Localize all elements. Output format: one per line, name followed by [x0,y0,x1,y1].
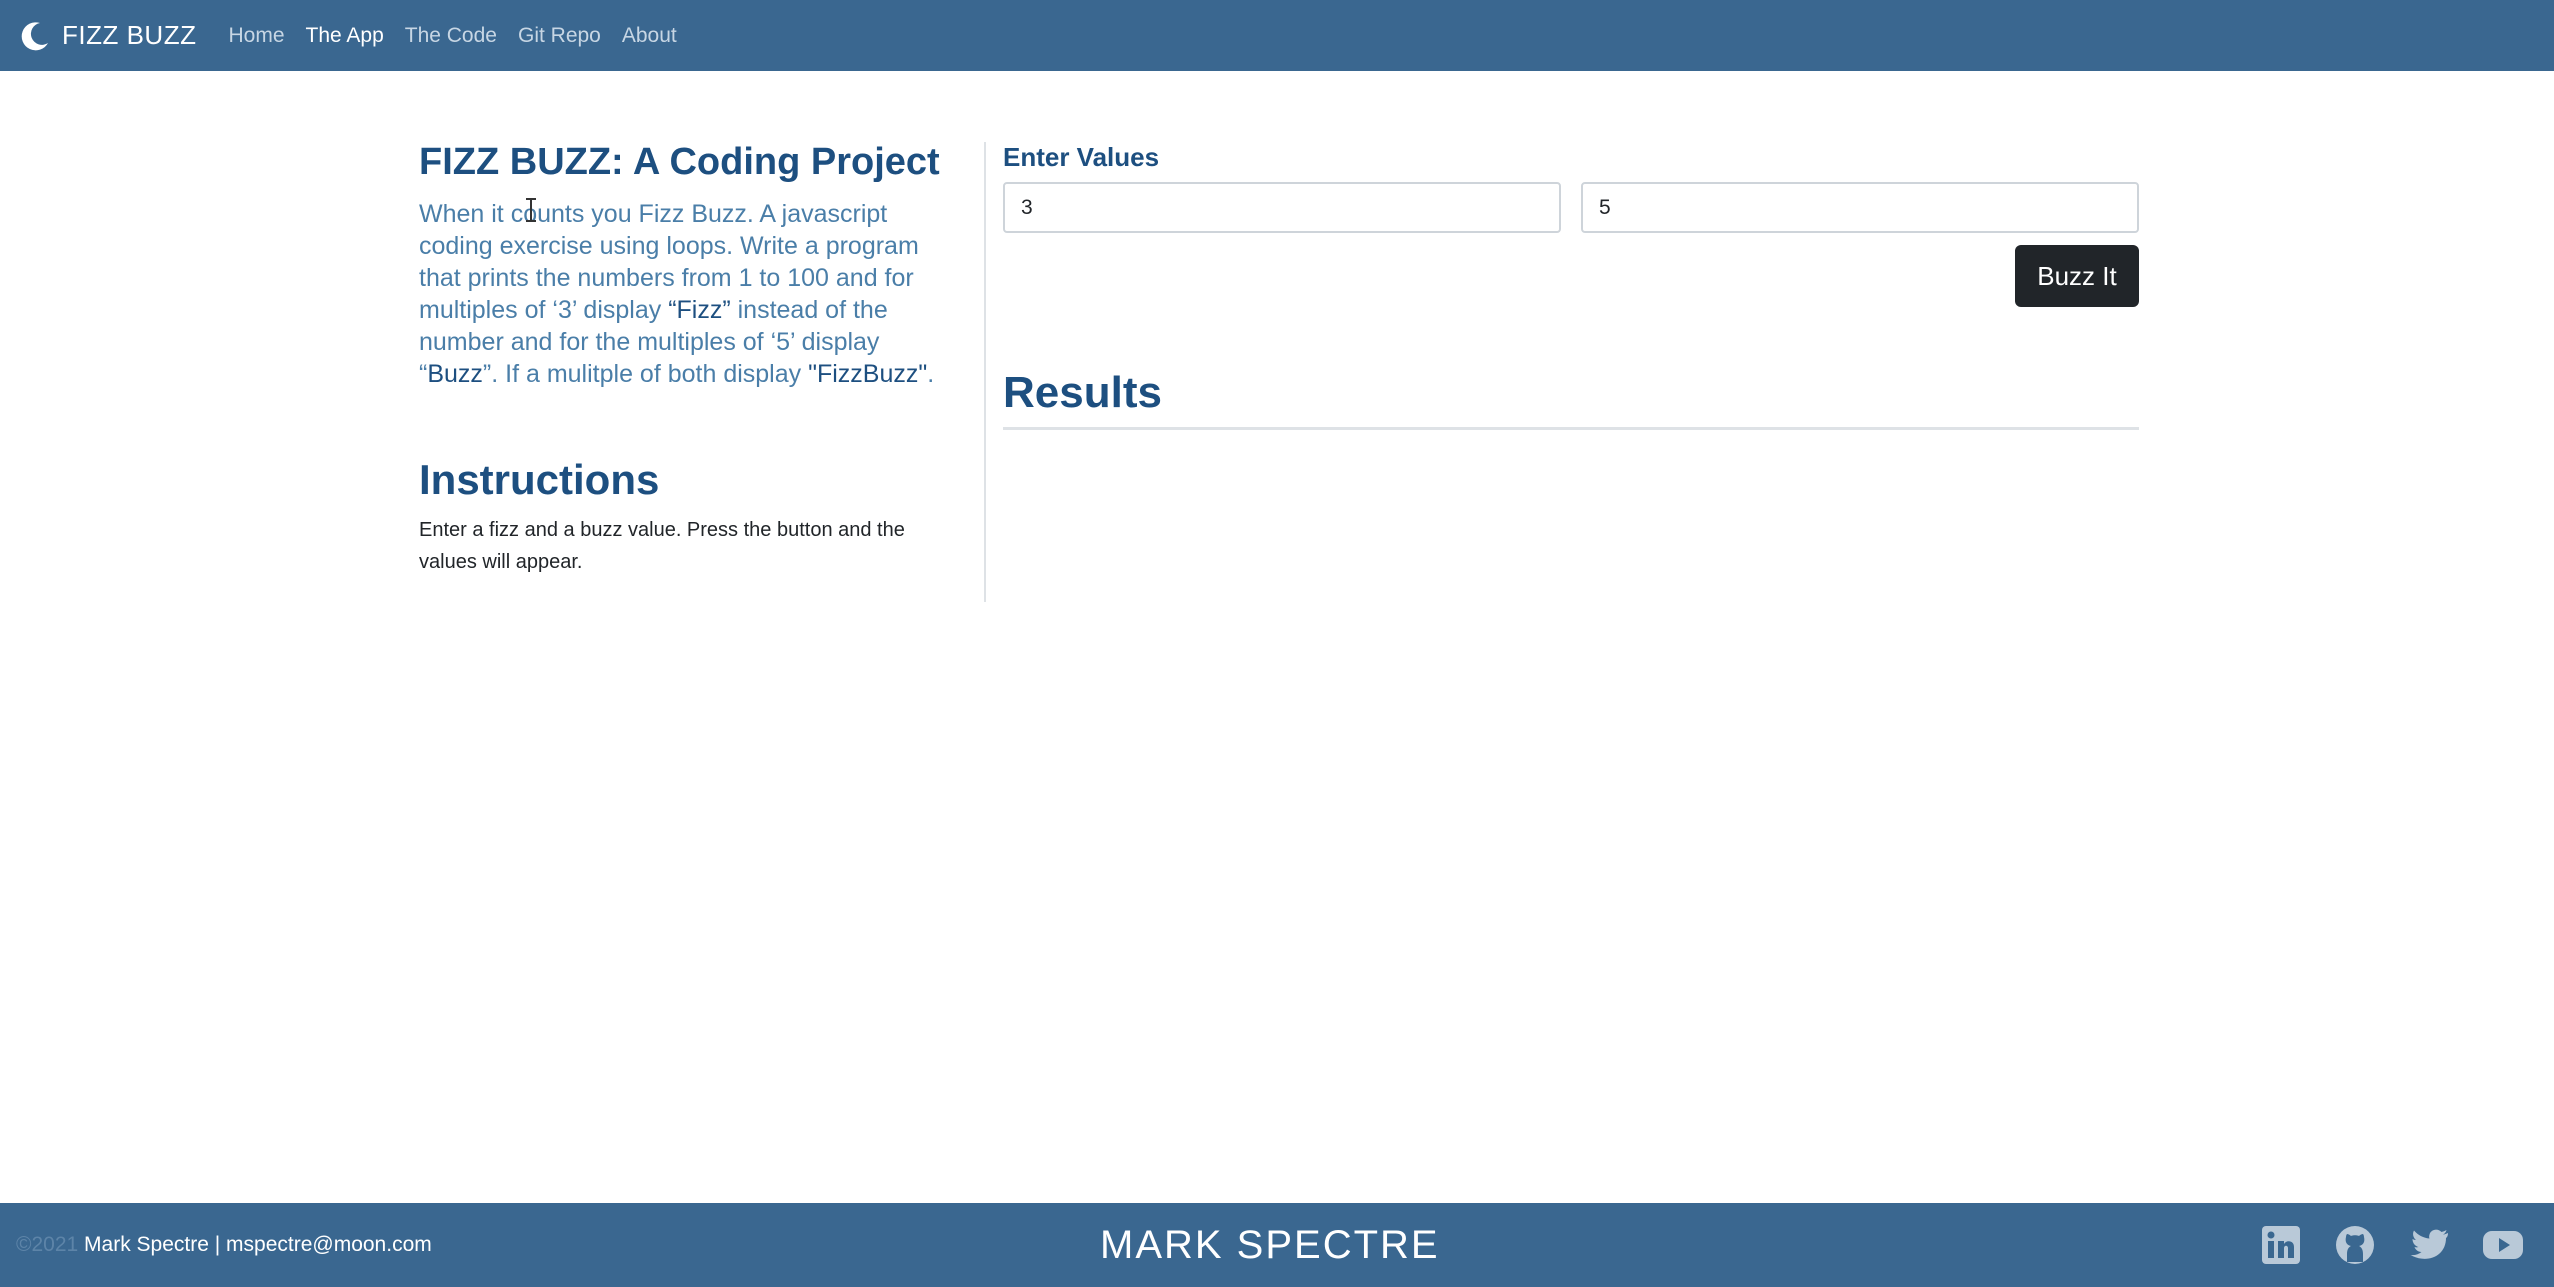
buzz-value-input[interactable] [1581,182,2139,233]
results-divider [1003,427,2139,430]
github-icon[interactable] [2334,1224,2376,1266]
youtube-icon[interactable] [2482,1224,2524,1266]
fizzbuzz-word: "FizzBuzz" [808,360,928,388]
copyright-text: ©2021 [16,1233,79,1256]
nav-links: Home The App The Code Git Repo About [228,24,697,48]
social-links [2228,1224,2524,1266]
fizz-value-input[interactable] [1003,182,1561,233]
value-inputs [1003,182,2139,233]
fizz-word: “Fizz” [668,296,731,324]
instructions-text: Enter a fizz and a buzz value. Press the… [419,519,905,573]
project-description: FIZZ BUZZ: A Coding Project When it coun… [419,140,959,578]
project-title: FIZZ BUZZ: A Coding Project [419,141,940,183]
author-contact[interactable]: Mark Spectre | mspectre@moon.com [78,1233,432,1256]
enter-values-label: Enter Values [1003,142,1160,172]
nav-link-about[interactable]: About [622,24,677,48]
twitter-icon[interactable] [2408,1224,2450,1266]
buzz-word: Buzz [427,360,483,388]
brand-link[interactable]: FIZZ BUZZ [18,19,196,53]
column-divider [984,142,986,602]
nav-link-the-code[interactable]: The Code [405,24,497,48]
moon-icon [18,19,52,53]
button-row: Buzz It [1003,245,2139,307]
results-title: Results [1003,368,1162,417]
text-cursor-icon [521,197,541,223]
brand-text: FIZZ BUZZ [62,20,197,50]
intro-text-3: ”. If a mulitple of both display [482,360,809,388]
fizzbuzz-form: Enter Values Buzz It Results [1003,140,2139,430]
top-navbar: FIZZ BUZZ Home The App The Code Git Repo… [0,0,2554,71]
instructions-title: Instructions [419,456,660,503]
buzz-it-button[interactable]: Buzz It [2015,245,2139,307]
nav-link-the-app[interactable]: The App [306,24,384,48]
intro-paragraph: When it counts you Fizz Buzz. A javascri… [419,198,959,390]
footer-credits: ©2021 Mark Spectre | mspectre@moon.com [16,1233,432,1257]
nav-link-home[interactable]: Home [228,24,284,48]
intro-text-4: . [927,360,935,388]
footer-logo: MARK SPECTRE [1100,1223,1440,1267]
footer: ©2021 Mark Spectre | mspectre@moon.com M… [0,1203,2554,1287]
nav-link-git-repo[interactable]: Git Repo [518,24,601,48]
linkedin-icon[interactable] [2260,1224,2302,1266]
